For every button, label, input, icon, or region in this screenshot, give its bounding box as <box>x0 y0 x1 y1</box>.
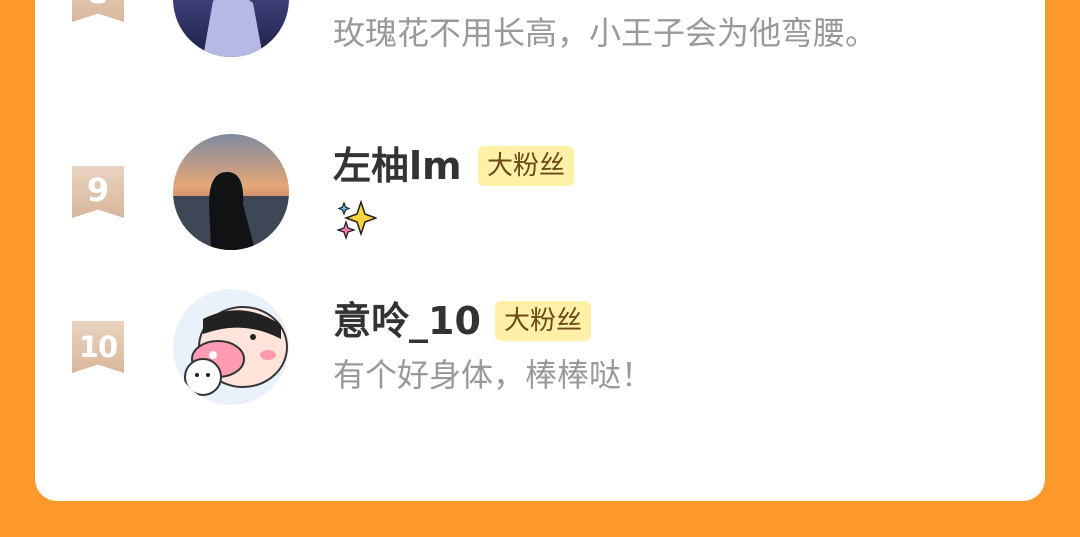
avatar[interactable] <box>173 134 289 250</box>
fan-list-item[interactable]: 9 左柚lm 大粉丝 <box>35 130 1045 260</box>
fan-list-item[interactable]: 8 玫瑰花不用长高，小王子会为他弯腰。 <box>35 0 1045 95</box>
sparkles-icon <box>335 199 379 244</box>
rank-number: 8 <box>72 0 124 14</box>
avatar[interactable] <box>173 0 289 57</box>
fan-list-item[interactable]: 10 意呤_10 大粉丝 有个好身体，棒棒哒！ <box>35 289 1045 445</box>
fan-level-badge: 大粉丝 <box>495 301 592 341</box>
rank-number: 10 <box>78 330 118 364</box>
fan-comment: 玫瑰花不用长高，小王子会为他弯腰。 <box>333 14 878 52</box>
fan-name: 左柚lm <box>333 144 462 188</box>
fan-comment: 有个好身体，棒棒哒！ <box>333 356 654 394</box>
fan-ranking-card: 8 玫瑰花不用长高，小王子会为他弯腰。 9 <box>35 0 1045 501</box>
rank-number: 9 <box>86 171 110 209</box>
fan-name: 意呤_10 <box>333 299 481 343</box>
fan-level-badge: 大粉丝 <box>478 146 575 186</box>
avatar[interactable] <box>173 289 289 405</box>
